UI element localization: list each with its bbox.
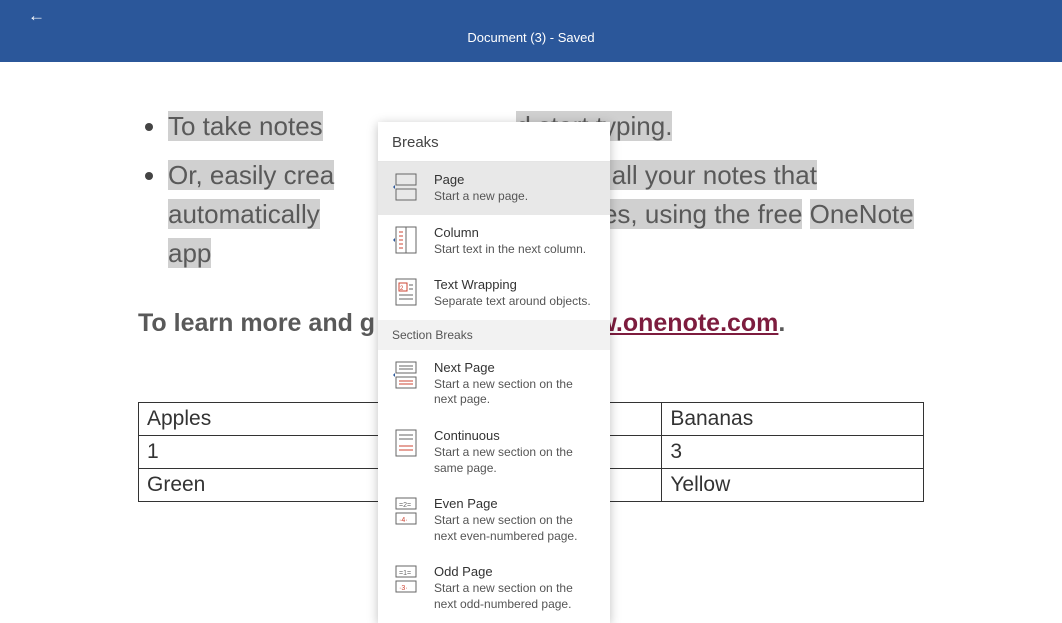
menu-item-desc: Separate text around objects.: [434, 294, 591, 310]
svg-text:=1=: =1=: [399, 570, 411, 577]
menu-item-odd-page[interactable]: =1= ·3· Odd Page Start a new section on the…: [378, 554, 610, 622]
menu-item-page[interactable]: Page Start a new page.: [378, 162, 610, 215]
menu-item-title: Continuous: [434, 428, 596, 443]
svg-text:=2=: =2=: [399, 502, 411, 509]
window-title: Document (3) - Saved: [0, 0, 1062, 45]
evenpage-icon: =2= ·4·: [392, 496, 420, 544]
continuous-icon: [392, 428, 420, 476]
selected-text[interactable]: Or, easily crea: [168, 160, 334, 190]
menu-item-title: Column: [434, 225, 586, 240]
oddpage-icon: =1= ·3·: [392, 564, 420, 612]
menu-item-continuous[interactable]: Continuous Start a new section on the sam…: [378, 418, 610, 486]
menu-item-even-page[interactable]: =2= ·4· Even Page Start a new section on th…: [378, 486, 610, 554]
menu-item-next-page[interactable]: Next Page Start a new section on the next…: [378, 350, 610, 418]
app-header: ← Document (3) - Saved: [0, 0, 1062, 62]
menu-item-title: Page: [434, 172, 528, 187]
menu-item-title: Odd Page: [434, 564, 596, 579]
menu-item-title: Even Page: [434, 496, 596, 511]
section-breaks-header: Section Breaks: [378, 320, 610, 350]
menu-item-desc: Start text in the next column.: [434, 242, 586, 258]
back-button[interactable]: ←: [28, 6, 45, 26]
wrap-icon: 2: [392, 277, 420, 310]
menu-item-title: Next Page: [434, 360, 596, 375]
menu-item-desc: Start a new section on the next page.: [434, 377, 596, 408]
menu-header: Breaks: [378, 122, 610, 162]
menu-item-desc: Start a new section on the next odd-numb…: [434, 581, 596, 612]
page-icon: [392, 172, 420, 205]
menu-item-title: Text Wrapping: [434, 277, 591, 292]
menu-item-text-wrapping[interactable]: 2 Text Wrapping Separate text around objec…: [378, 267, 610, 320]
menu-item-desc: Start a new page.: [434, 189, 528, 205]
menu-item-column[interactable]: Column Start text in the next column.: [378, 215, 610, 268]
nextpage-icon: [392, 360, 420, 408]
svg-text:·4·: ·4·: [399, 517, 408, 524]
svg-text:·3·: ·3·: [399, 585, 408, 592]
menu-item-desc: Start a new section on the same page.: [434, 445, 596, 476]
menu-item-desc: Start a new section on the next even-num…: [434, 513, 596, 544]
selected-text[interactable]: automatically: [168, 199, 320, 229]
selected-text[interactable]: To take notes: [168, 111, 323, 141]
column-icon: [392, 225, 420, 258]
breaks-menu: Breaks Page Start a new page. Column Start …: [378, 122, 610, 623]
